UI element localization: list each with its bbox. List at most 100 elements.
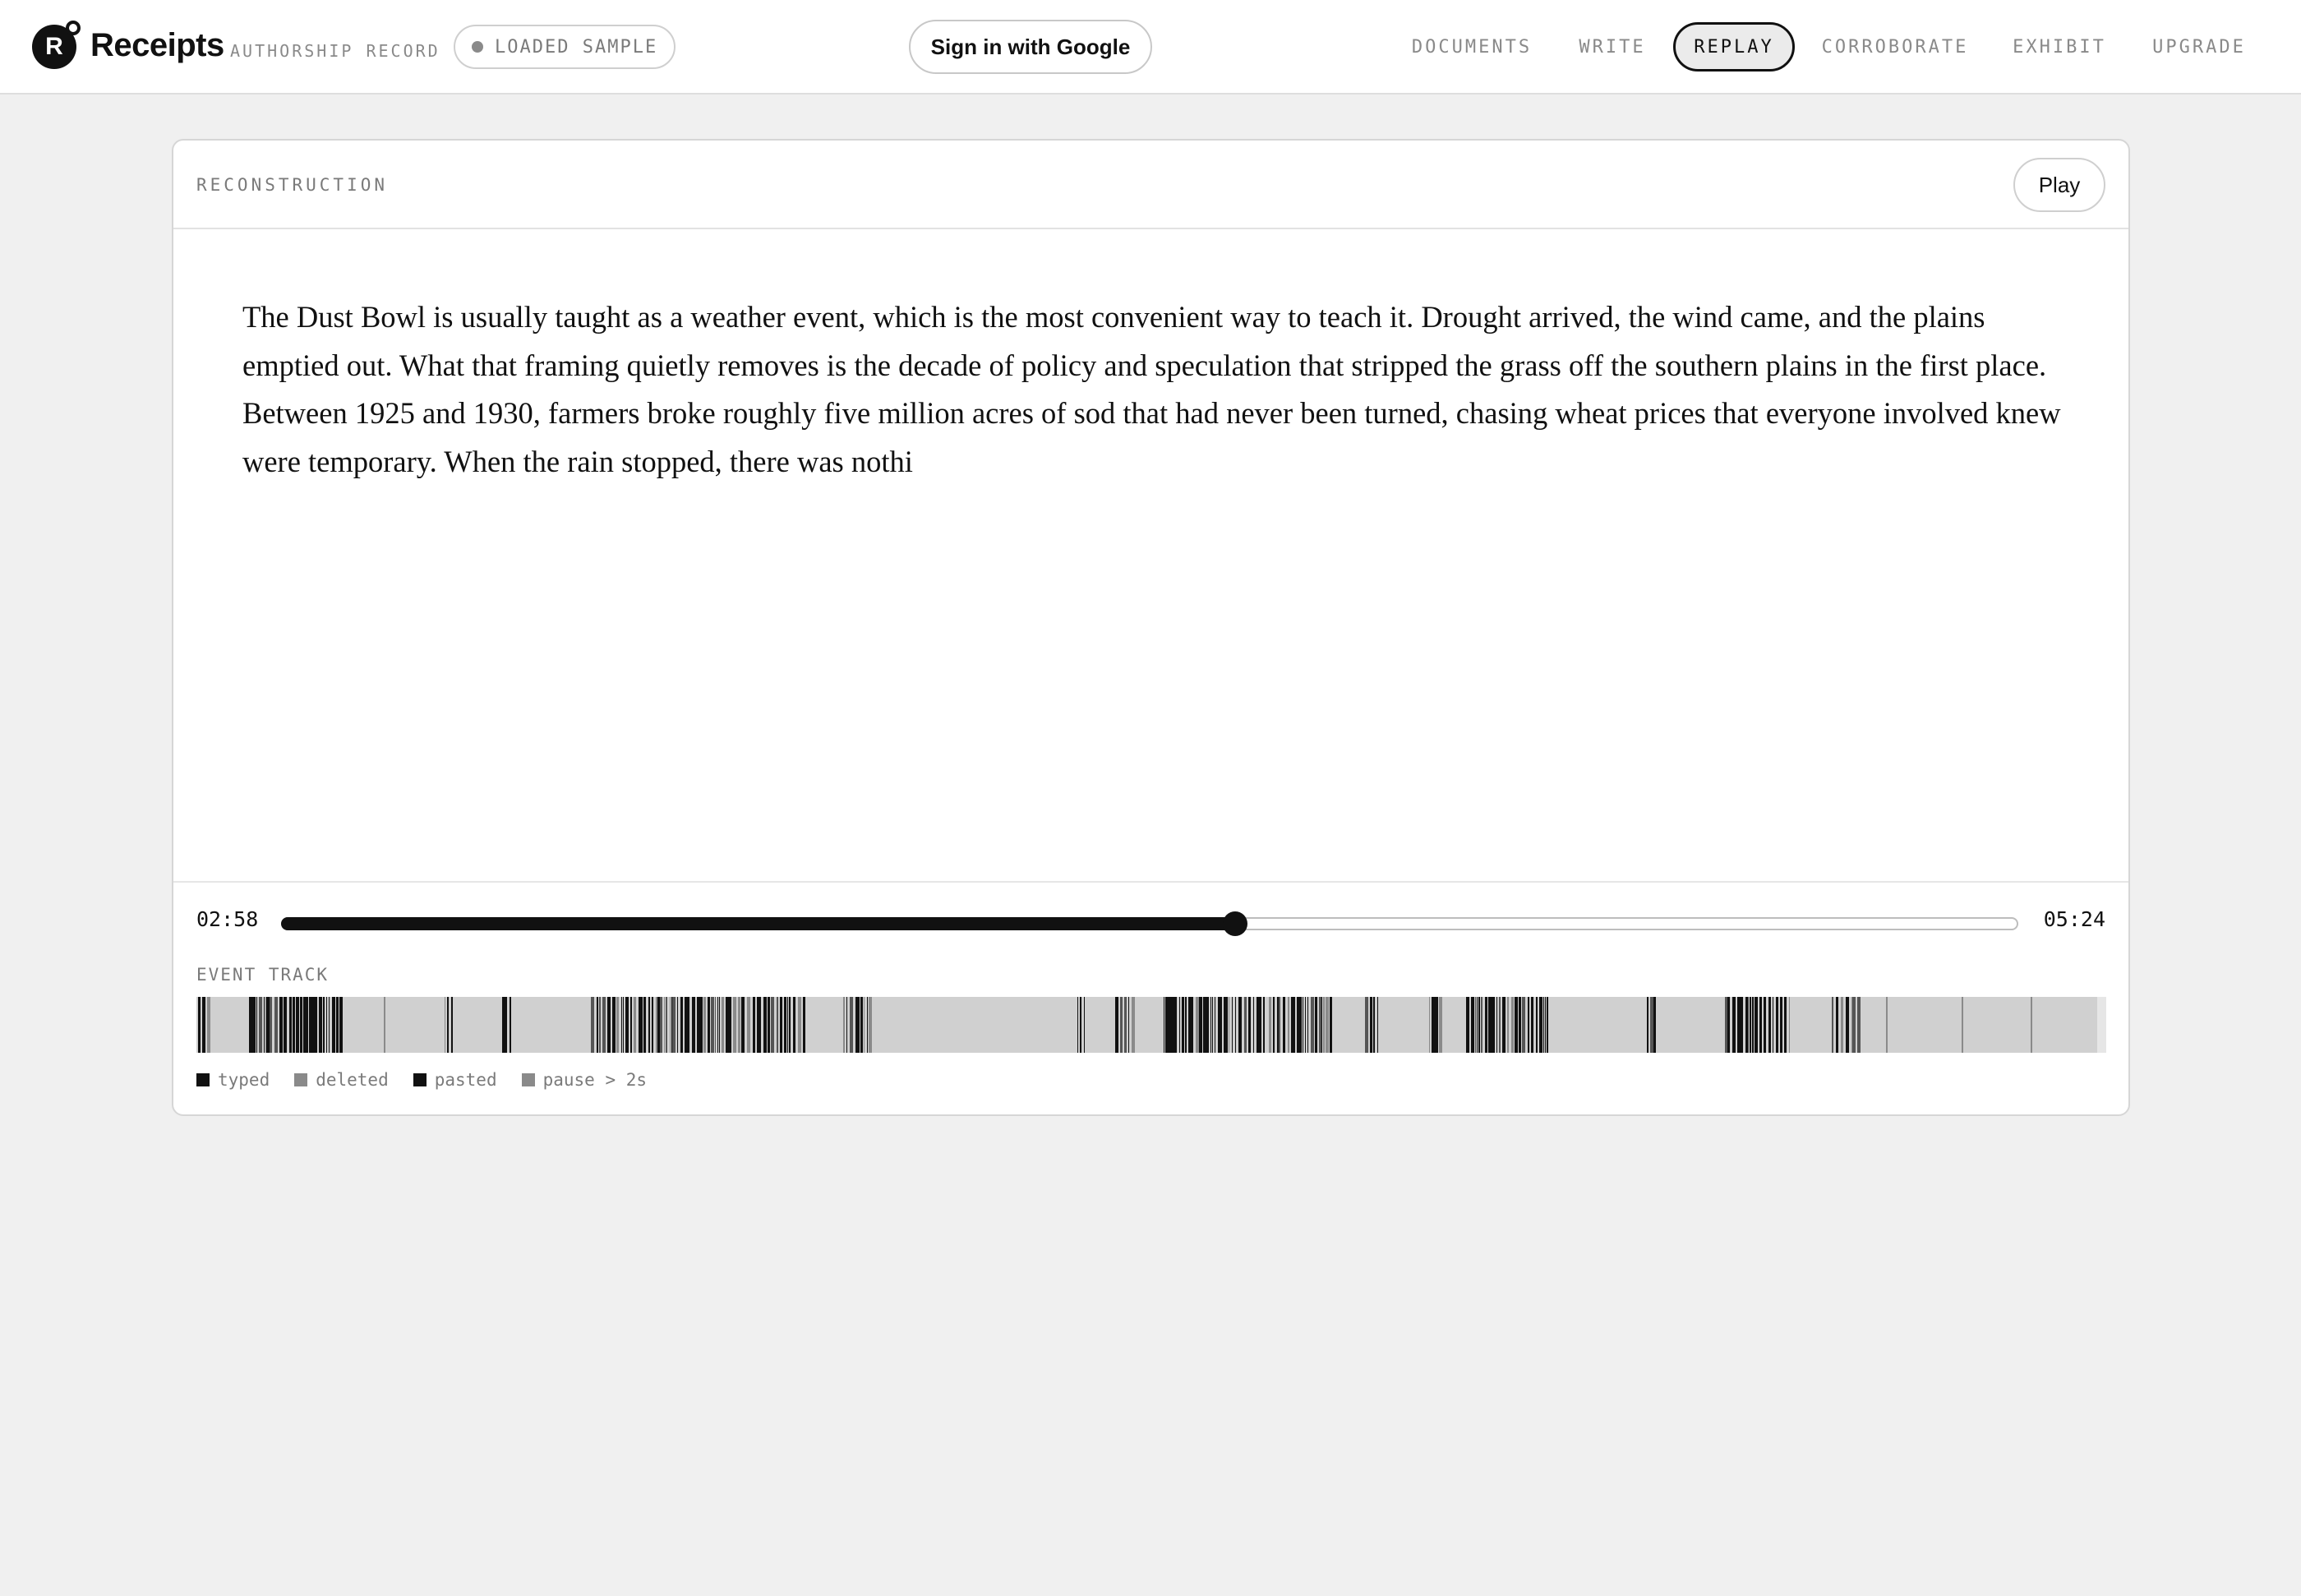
event-mark (1124, 997, 1127, 1053)
event-mark (597, 997, 598, 1053)
status-dot-icon (472, 41, 483, 53)
event-mark (1429, 997, 1430, 1053)
event-mark (771, 997, 774, 1053)
event-mark (1253, 997, 1254, 1053)
event-mark (1756, 997, 1758, 1053)
event-mark (787, 997, 788, 1053)
card-header: RECONSTRUCTION Play (173, 141, 2128, 229)
pause-mark (384, 997, 385, 1053)
event-mark (1288, 997, 1289, 1053)
pause-mark (1962, 997, 1963, 1053)
event-track-tail (2097, 997, 2106, 1053)
legend-item-typed: typed (196, 1070, 270, 1090)
event-mark (296, 997, 299, 1053)
current-time: 02:58 (196, 907, 259, 931)
scrubber-handle[interactable] (1222, 911, 1247, 936)
event-mark (289, 997, 292, 1053)
event-mark (1206, 997, 1209, 1053)
event-mark (780, 997, 782, 1053)
event-mark (1467, 997, 1469, 1053)
event-mark (1492, 997, 1495, 1053)
event-mark (798, 997, 801, 1053)
event-mark (1300, 997, 1302, 1053)
sign-in-google-button[interactable]: Sign in with Google (909, 20, 1152, 74)
event-mark (623, 997, 624, 1053)
event-mark (599, 997, 601, 1053)
event-mark (702, 997, 703, 1053)
event-mark (306, 997, 308, 1053)
event-mark (1283, 997, 1285, 1053)
brand-name[interactable]: Receipts (90, 27, 224, 64)
playback-panel: 02:58 05:24 EVENT TRACK typed deleted pa… (173, 881, 2128, 1114)
event-mark (1768, 997, 1771, 1053)
receipts-logo-icon[interactable]: R (32, 21, 81, 69)
event-mark (1279, 997, 1280, 1053)
event-mark (1759, 997, 1762, 1053)
event-mark (326, 997, 327, 1053)
event-mark (1543, 997, 1544, 1053)
event-mark (1365, 997, 1368, 1053)
logo-letter: R (45, 33, 63, 60)
event-mark (738, 997, 740, 1053)
nav-upgrade[interactable]: UPGRADE (2143, 22, 2255, 71)
event-mark (1857, 997, 1861, 1053)
event-mark (332, 997, 335, 1053)
reconstruction-title: RECONSTRUCTION (196, 175, 389, 195)
event-mark (717, 997, 718, 1053)
play-button[interactable]: Play (2013, 158, 2105, 212)
legend-label-typed: typed (218, 1070, 270, 1090)
event-mark (729, 997, 731, 1053)
timeline-scrubber[interactable] (281, 917, 2018, 930)
event-mark (505, 997, 507, 1053)
event-mark (1373, 997, 1375, 1053)
nav-documents[interactable]: DOCUMENTS (1400, 22, 1543, 71)
event-mark (1740, 997, 1743, 1053)
nav-write[interactable]: WRITE (1571, 22, 1653, 71)
event-mark (319, 997, 322, 1053)
event-mark (1784, 997, 1787, 1053)
event-mark (207, 997, 210, 1053)
event-mark (784, 997, 786, 1053)
nav-corroborate[interactable]: CORROBORATE (1815, 22, 1976, 71)
event-mark (664, 997, 665, 1053)
event-mark (1547, 997, 1548, 1053)
event-mark (1305, 997, 1306, 1053)
event-mark (1244, 997, 1247, 1053)
event-mark (591, 997, 594, 1053)
event-mark (1752, 997, 1754, 1053)
event-mark (1212, 997, 1213, 1053)
event-mark (719, 997, 720, 1053)
event-mark (703, 997, 706, 1053)
event-mark (660, 997, 662, 1053)
event-mark (711, 997, 714, 1053)
event-mark (339, 997, 343, 1053)
event-mark (1224, 997, 1228, 1053)
event-mark (686, 997, 689, 1053)
event-mark (284, 997, 287, 1053)
event-mark (682, 997, 683, 1053)
event-mark (869, 997, 872, 1053)
event-mark (1502, 997, 1506, 1053)
event-mark (510, 997, 511, 1053)
event-mark (1728, 997, 1730, 1053)
event-mark (1263, 997, 1265, 1053)
event-mark (1315, 997, 1317, 1053)
event-mark (1496, 997, 1497, 1053)
event-mark (300, 997, 302, 1053)
event-mark (1653, 997, 1656, 1053)
event-mark (314, 997, 317, 1053)
nav-exhibit[interactable]: EXHIBIT (2005, 22, 2114, 71)
event-mark (846, 997, 847, 1053)
loaded-sample-label: LOADED SAMPLE (495, 36, 658, 58)
event-mark (1522, 997, 1525, 1053)
event-mark (1764, 997, 1766, 1053)
brand-subtitle: AUTHORSHIP RECORD (230, 41, 440, 61)
event-mark (1846, 997, 1849, 1053)
legend-swatch-pause (521, 1073, 535, 1086)
event-mark (1307, 997, 1308, 1053)
event-mark (1132, 997, 1135, 1053)
event-track[interactable] (196, 997, 2106, 1053)
nav-replay[interactable]: REPLAY (1673, 22, 1795, 71)
event-mark (202, 997, 205, 1053)
event-mark (722, 997, 724, 1053)
